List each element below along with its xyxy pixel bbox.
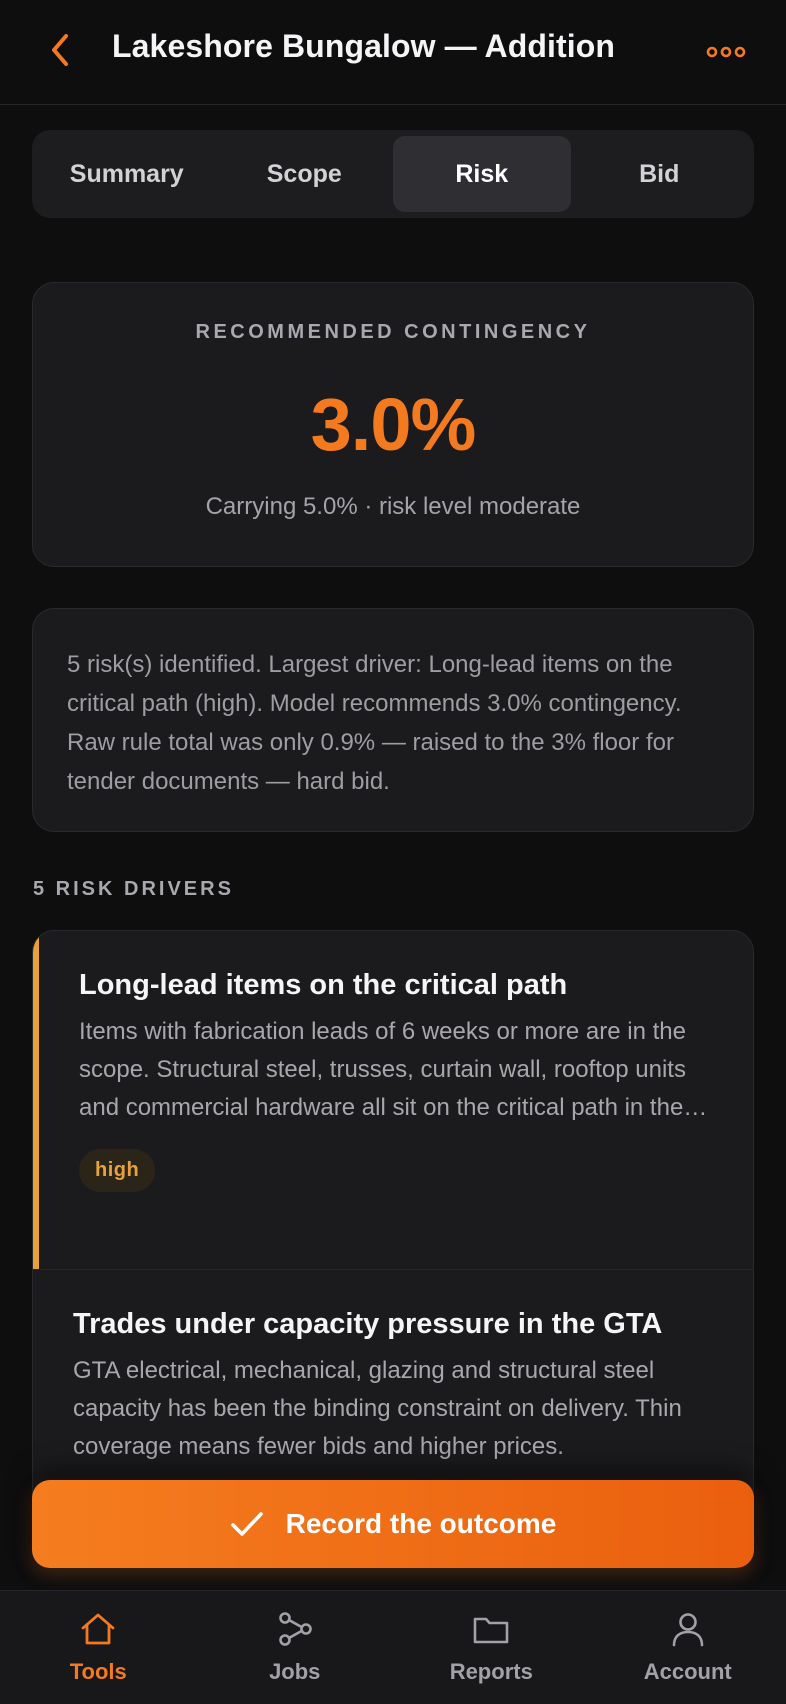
- top-bar: Lakeshore Bungalow — Addition: [0, 0, 786, 105]
- nav-account[interactable]: Account: [590, 1591, 786, 1704]
- home-icon: [81, 1613, 115, 1645]
- nav-reports[interactable]: Reports: [393, 1591, 590, 1704]
- page-title: Lakeshore Bungalow — Addition: [112, 28, 616, 64]
- ellipsis-icon: [706, 46, 746, 58]
- nav-reports-label: Reports: [449, 1659, 533, 1684]
- risk-item-description: GTA electrical, mechanical, glazing and …: [73, 1357, 682, 1460]
- risk-summary-text: 5 risk(s) identified. Largest driver: Lo…: [67, 651, 682, 795]
- risk-item-description: Items with fabrication leads of 6 weeks …: [79, 1018, 708, 1121]
- bottom-nav: Tools Jobs Reports Account: [0, 1590, 786, 1704]
- nav-jobs[interactable]: Jobs: [197, 1591, 394, 1704]
- risk-drivers-list: Long-lead items on the critical path Ite…: [32, 930, 754, 1550]
- person-icon: [672, 1613, 704, 1647]
- risk-item-title: Long-lead items on the critical path: [79, 969, 568, 1001]
- risk-screen: Lakeshore Bungalow — Addition Summary Sc…: [0, 0, 786, 1704]
- risk-item[interactable]: Trades under capacity pressure in the GT…: [33, 1269, 753, 1466]
- tab-scope[interactable]: Scope: [216, 136, 394, 212]
- checkmark-icon: [230, 1512, 263, 1536]
- contingency-card: RECOMMENDED CONTINGENCY 3.0% Carrying 5.…: [32, 282, 754, 567]
- risk-drivers-heading: 5 RISK DRIVERS: [33, 878, 234, 900]
- risk-item-title: Trades under capacity pressure in the GT…: [73, 1308, 663, 1340]
- contingency-subtext: Carrying 5.0% · risk level moderate: [205, 493, 581, 520]
- contingency-value: 3.0%: [310, 383, 477, 466]
- severity-badge: high: [79, 1149, 156, 1192]
- segmented-tabs: Summary Scope Risk Bid: [32, 130, 754, 218]
- nav-account-label: Account: [643, 1659, 732, 1684]
- nav-jobs-label: Jobs: [269, 1659, 321, 1684]
- workflow-icon: [278, 1612, 312, 1646]
- risk-summary-card: 5 risk(s) identified. Largest driver: Lo…: [32, 608, 754, 832]
- record-outcome-button[interactable]: Record the outcome: [32, 1480, 754, 1568]
- tab-risk[interactable]: Risk: [393, 136, 571, 212]
- back-button[interactable]: [44, 30, 78, 70]
- more-options-button[interactable]: [706, 40, 746, 64]
- folder-icon: [473, 1617, 509, 1644]
- risk-item[interactable]: Long-lead items on the critical path Ite…: [33, 931, 753, 1269]
- nav-tools-label: Tools: [69, 1659, 127, 1684]
- tab-bid[interactable]: Bid: [571, 136, 749, 212]
- contingency-label: RECOMMENDED CONTINGENCY: [195, 321, 591, 343]
- chevron-left-icon: [52, 34, 68, 66]
- tab-summary[interactable]: Summary: [38, 136, 216, 212]
- record-outcome-label: Record the outcome: [285, 1508, 557, 1539]
- nav-tools[interactable]: Tools: [0, 1591, 197, 1704]
